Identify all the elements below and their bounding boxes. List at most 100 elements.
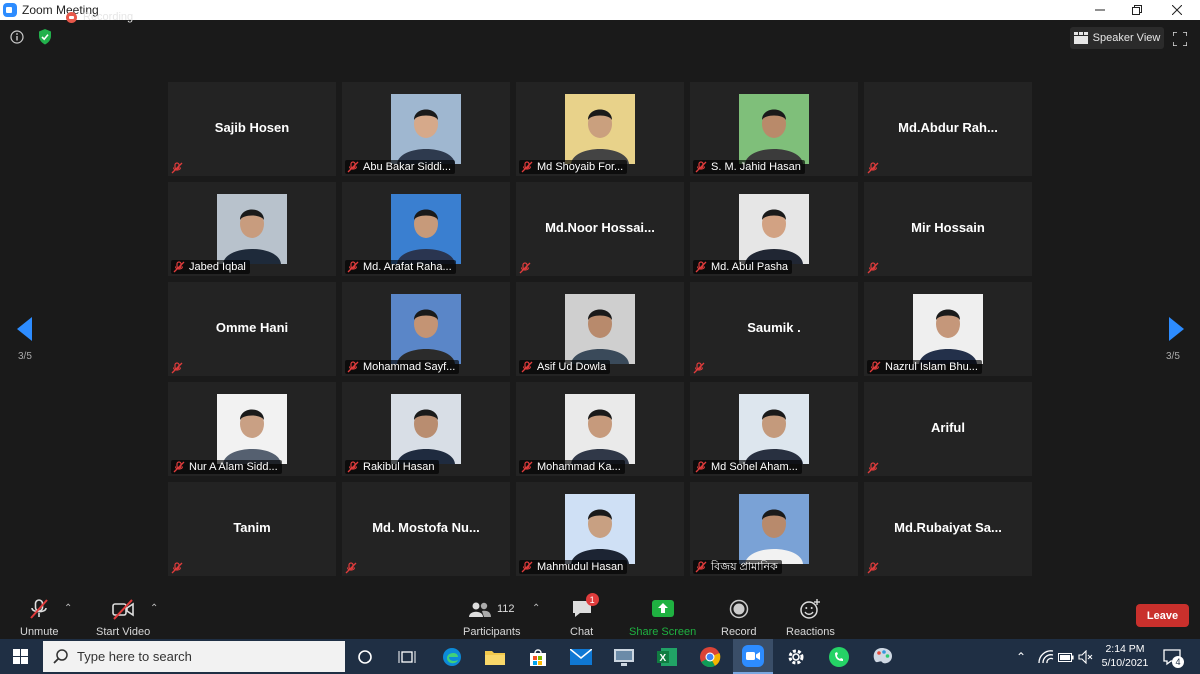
zoom-app-button[interactable] — [733, 639, 773, 674]
windows-logo-icon — [13, 648, 28, 664]
show-hidden-icons-button[interactable]: ⌃ — [1016, 639, 1026, 674]
microphone-muted-icon — [30, 599, 49, 619]
unmute-button[interactable]: Unmute — [20, 598, 59, 638]
participant-tile[interactable]: Mohammad Ka... — [516, 382, 684, 476]
recording-indicator[interactable]: Recording — [66, 11, 133, 23]
participant-name-label: Md. Abul Pasha — [693, 260, 793, 274]
page-indicator-right: 3/5 — [1166, 351, 1180, 362]
chevron-right-icon — [1169, 317, 1184, 341]
microphone-muted-icon — [695, 161, 707, 173]
participant-tile[interactable]: Md.Abdur Rah... — [864, 82, 1032, 176]
participant-tile[interactable]: Md. Arafat Raha... — [342, 182, 510, 276]
svg-text:X: X — [660, 653, 667, 664]
reactions-button[interactable]: Reactions — [786, 598, 835, 638]
participant-video-frame — [565, 494, 635, 564]
participant-tile[interactable]: Md. Abul Pasha — [690, 182, 858, 276]
participant-name: Nur A Alam Sidd... — [189, 461, 278, 473]
microphone-muted-icon — [347, 361, 359, 373]
network-button[interactable] — [1038, 639, 1054, 674]
mail-app-button[interactable] — [561, 639, 601, 674]
chat-button[interactable]: 1 Chat — [570, 593, 599, 638]
participant-name: Mahmudul Hasan — [537, 561, 624, 573]
task-view-icon — [398, 650, 416, 663]
share-screen-button[interactable]: Share Screen — [629, 598, 696, 638]
action-center-button[interactable]: 4 — [1162, 639, 1184, 674]
participant-tile[interactable]: Mir Hossain — [864, 182, 1032, 276]
next-page-button[interactable] — [1168, 317, 1184, 341]
gear-icon — [788, 649, 804, 664]
participant-tile[interactable]: Jabed Iqbal — [168, 182, 336, 276]
video-options-button[interactable]: ⌃ — [150, 603, 158, 614]
participant-tile[interactable]: Mahmudul Hasan — [516, 482, 684, 576]
chrome-app-button[interactable] — [690, 639, 730, 674]
participant-tile[interactable]: Asif Ud Dowla — [516, 282, 684, 376]
participant-video — [217, 394, 287, 464]
excel-icon: X — [657, 647, 677, 666]
microphone-muted-icon — [695, 261, 707, 273]
participant-tile[interactable]: Md.Rubaiyat Sa... — [864, 482, 1032, 576]
participant-tile[interactable]: Rakibul Hasan — [342, 382, 510, 476]
whatsapp-app-button[interactable] — [819, 639, 859, 674]
meeting-info-button[interactable] — [10, 30, 24, 44]
microphone-muted-icon — [867, 261, 879, 274]
store-app-button[interactable] — [518, 639, 558, 674]
participant-name-label: Md Sohel Aham... — [693, 460, 802, 474]
participant-tile[interactable]: Abu Bakar Siddi... — [342, 82, 510, 176]
fullscreen-button[interactable] — [1172, 31, 1188, 47]
participant-tile[interactable]: Ariful — [864, 382, 1032, 476]
participant-name: বিজয় প্রামানিক — [711, 560, 778, 573]
participant-tile[interactable]: Md Sohel Aham... — [690, 382, 858, 476]
paint-palette-icon — [873, 647, 892, 663]
participant-video-frame — [565, 394, 635, 464]
excel-app-button[interactable]: X — [647, 639, 687, 674]
participant-tile[interactable]: Omme Hani — [168, 282, 336, 376]
previous-page-button[interactable] — [17, 317, 33, 341]
settings-app-button[interactable] — [776, 639, 816, 674]
minimize-icon — [1095, 9, 1105, 11]
participant-name-label: Mahmudul Hasan — [519, 560, 628, 574]
participant-tile[interactable]: বিজয় প্রামানিক — [690, 482, 858, 576]
video-camera-muted-icon — [112, 599, 134, 620]
participant-video — [565, 294, 635, 364]
participant-tile[interactable]: Tanim — [168, 482, 336, 576]
volume-button[interactable] — [1078, 639, 1094, 674]
meeting-topbar — [0, 20, 1200, 58]
edge-app-button[interactable] — [432, 639, 472, 674]
chevron-up-icon: ⌃ — [150, 603, 159, 614]
task-view-button[interactable] — [387, 639, 427, 674]
chrome-icon — [700, 646, 721, 667]
taskbar-search-box[interactable]: Type here to search — [43, 641, 345, 672]
participant-tile[interactable]: S. M. Jahid Hasan — [690, 82, 858, 176]
participants-options-button[interactable]: ⌃ — [532, 603, 540, 614]
taskbar-clock[interactable]: 2:14 PM 5/10/2021 — [1097, 642, 1153, 670]
paint-app-button[interactable] — [862, 639, 902, 674]
record-icon — [729, 599, 748, 619]
participant-name: Mohammad Sayf... — [363, 361, 456, 373]
start-video-button[interactable]: Start Video — [96, 598, 150, 638]
participant-tile[interactable]: Md Shoyaib For... — [516, 82, 684, 176]
participant-tile[interactable]: Saumik . — [690, 282, 858, 376]
participant-tile[interactable]: Md.Noor Hossai... — [516, 182, 684, 276]
participant-tile[interactable]: Nazrul Islam Bhu... — [864, 282, 1032, 376]
participant-tile[interactable]: Mohammad Sayf... — [342, 282, 510, 376]
participant-video-frame — [217, 194, 287, 264]
microphone-muted-icon — [521, 561, 533, 573]
chat-badge: 1 — [585, 593, 599, 606]
remote-desktop-app-button[interactable] — [604, 639, 644, 674]
participant-tile[interactable]: Nur A Alam Sidd... — [168, 382, 336, 476]
start-button[interactable] — [0, 639, 42, 674]
participant-name: Omme Hani — [215, 320, 289, 335]
participant-tile[interactable]: Md. Mostofa Nu... — [342, 482, 510, 576]
file-explorer-app-button[interactable] — [475, 639, 515, 674]
speaker-view-label: Speaker View — [1092, 32, 1161, 44]
close-button[interactable] — [1154, 0, 1200, 20]
battery-button[interactable] — [1058, 639, 1074, 674]
record-button[interactable]: Record — [721, 598, 756, 638]
leave-button[interactable]: Leave — [1136, 604, 1189, 627]
audio-options-button[interactable]: ⌃ — [64, 603, 72, 614]
participants-button[interactable]: 112 Participants — [463, 598, 520, 638]
encryption-button[interactable] — [38, 29, 52, 45]
cortana-button[interactable] — [345, 639, 385, 674]
speaker-view-button[interactable]: Speaker View — [1070, 27, 1164, 49]
participant-tile[interactable]: Sajib Hosen — [168, 82, 336, 176]
